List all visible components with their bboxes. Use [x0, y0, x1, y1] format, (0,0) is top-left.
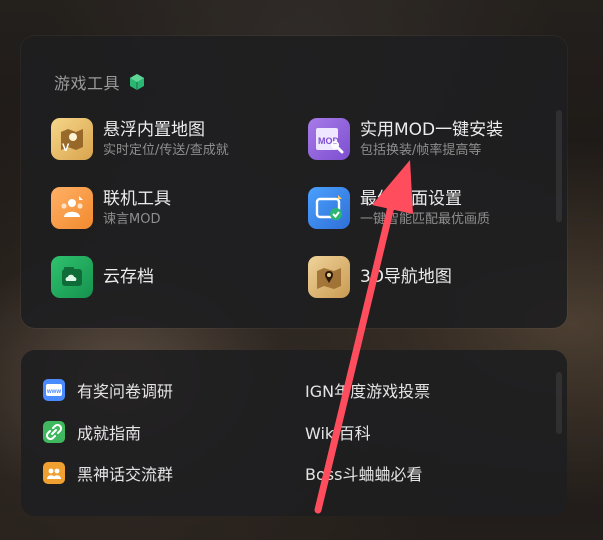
tool-name: 联机工具	[103, 188, 171, 209]
panel-title-text: 游戏工具	[54, 74, 121, 93]
tool-name: 实用MOD一键安装	[360, 119, 504, 140]
link-label: IGN年度游戏投票	[305, 382, 431, 401]
tools-scrollbar[interactable]	[556, 110, 562, 222]
svg-text:V: V	[62, 142, 70, 154]
tool-multiplayer[interactable]: 联机工具 谏言MOD	[51, 187, 171, 229]
link-icon	[43, 421, 65, 443]
floating-map-icon: V	[51, 118, 93, 160]
link-wiki[interactable]: Wiki百科	[305, 420, 371, 444]
svg-text:www: www	[46, 389, 61, 395]
cube-icon	[130, 74, 145, 90]
link-label: 黑神话交流群	[77, 465, 174, 484]
link-ign-vote[interactable]: IGN年度游戏投票	[305, 378, 430, 402]
tool-desc: 实时定位/传送/查成就	[103, 142, 229, 158]
cloud-save-icon	[51, 256, 93, 298]
links-scrollbar[interactable]	[556, 372, 562, 434]
link-label: Boss斗蛐蛐必看	[305, 465, 423, 484]
graphics-settings-icon	[308, 187, 350, 229]
link-achievement-guide[interactable]: 成就指南	[43, 420, 141, 444]
link-label: Wiki百科	[305, 424, 371, 443]
tool-mod-install[interactable]: MOD 实用MOD一键安装 包括换装/帧率提高等	[308, 118, 503, 160]
group-icon	[43, 462, 65, 484]
tool-cloud-save[interactable]: 云存档	[51, 256, 154, 298]
tool-desc: 包括换装/帧率提高等	[360, 142, 482, 158]
tool-name: 悬浮内置地图	[103, 119, 205, 140]
tool-name: 云存档	[103, 267, 154, 287]
3d-nav-map-icon	[308, 256, 350, 298]
tool-desc: 谏言MOD	[103, 211, 161, 227]
mod-install-icon: MOD	[308, 118, 350, 160]
link-community-group[interactable]: 黑神话交流群	[43, 461, 173, 485]
link-survey[interactable]: www 有奖问卷调研	[43, 378, 173, 402]
link-label: 成就指南	[77, 424, 142, 443]
link-boss-guide[interactable]: Boss斗蛐蛐必看	[305, 461, 422, 485]
link-label: 有奖问卷调研	[77, 382, 174, 401]
panel-title: 游戏工具	[54, 70, 146, 94]
survey-icon: www	[43, 379, 65, 401]
tool-floating-map[interactable]: V 悬浮内置地图 实时定位/传送/查成就	[51, 118, 229, 160]
tool-graphics-settings[interactable]: 最佳画面设置 一键智能匹配最优画质	[308, 187, 490, 229]
tool-name: 最佳画面设置	[360, 188, 462, 209]
tool-name: 3D导航地图	[360, 267, 452, 287]
multiplayer-tool-icon	[51, 187, 93, 229]
tool-3d-nav-map[interactable]: 3D导航地图	[308, 256, 452, 298]
tool-desc: 一键智能匹配最优画质	[360, 211, 491, 227]
